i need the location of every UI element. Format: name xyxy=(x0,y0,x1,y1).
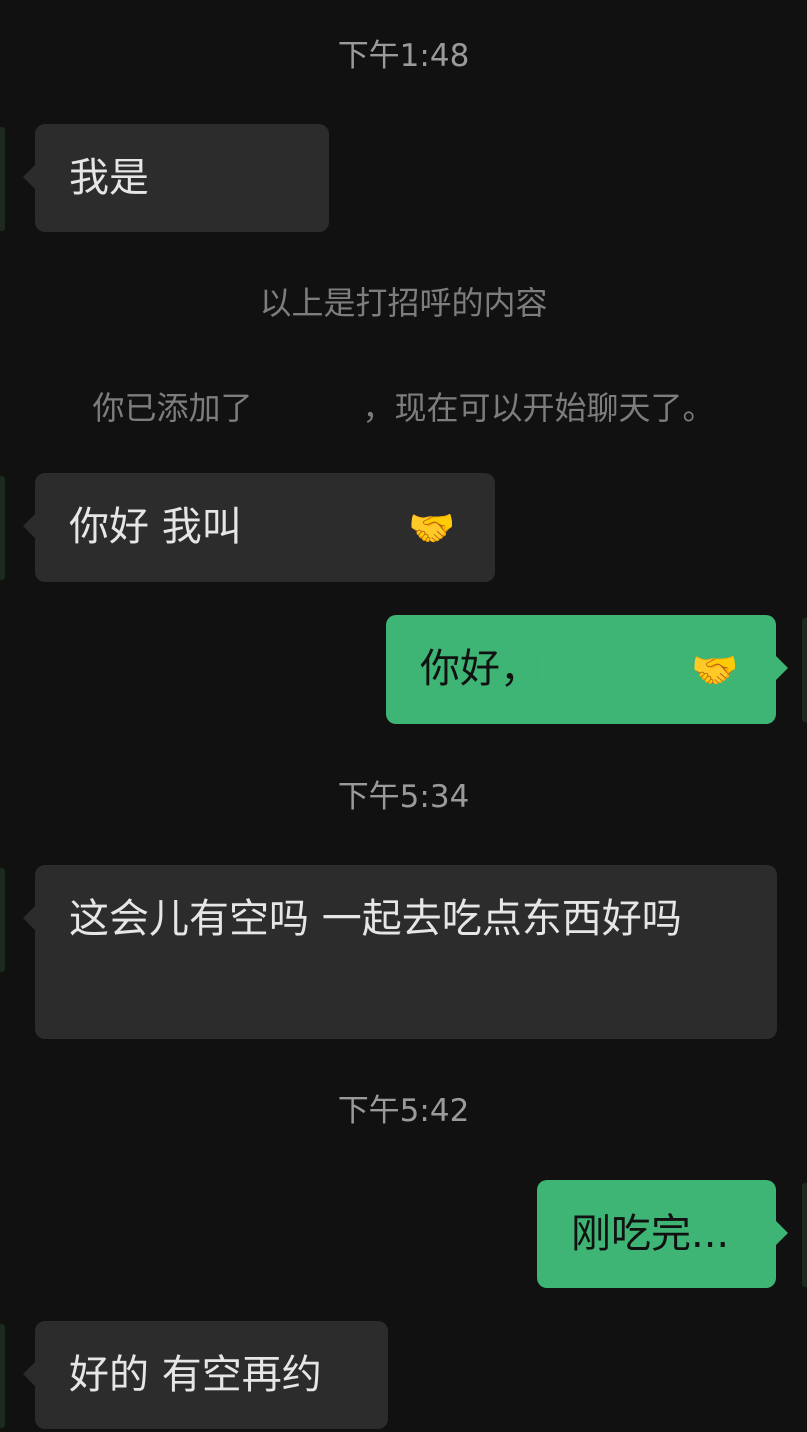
contact-avatar[interactable] xyxy=(0,476,5,580)
message-bubble-incoming[interactable]: 好的 有空再约 xyxy=(23,1321,388,1429)
handshake-emoji: 🤝 xyxy=(408,506,456,550)
contact-avatar[interactable] xyxy=(0,127,5,231)
message-bubble-incoming[interactable]: 我是 xyxy=(23,124,329,232)
system-note-added: 你已添加了 ，现在可以开始聊天了。 xyxy=(0,387,807,429)
message-text: 我是 xyxy=(69,155,149,201)
timestamp: 下午5:42 xyxy=(337,1093,470,1129)
system-added-suffix: ，现在可以开始聊天了。 xyxy=(362,389,715,427)
message-text: 你好， xyxy=(420,646,540,692)
timestamp: 下午5:34 xyxy=(337,779,470,815)
redacted-name xyxy=(540,654,690,688)
message-bubble-outgoing[interactable]: 你好， 🤝 xyxy=(386,615,788,724)
message-bubble-incoming[interactable]: 这会儿有空吗 一起去吃点东西好吗 xyxy=(23,865,777,1039)
message-text: 你好 我叫 xyxy=(69,504,242,550)
system-note-greeting: 以上是打招呼的内容 xyxy=(259,284,548,322)
contact-avatar[interactable] xyxy=(0,1324,5,1428)
timestamp: 下午1:48 xyxy=(337,38,470,74)
own-avatar[interactable] xyxy=(802,1183,807,1287)
message-text: 这会儿有空吗 一起去吃点东西好吗 xyxy=(69,896,682,942)
message-text: 刚吃完... xyxy=(571,1211,730,1257)
handshake-emoji: 🤝 xyxy=(691,648,739,692)
redacted-name xyxy=(252,395,363,425)
system-added-prefix: 你已添加了 xyxy=(92,389,253,427)
message-bubble-incoming[interactable]: 你好 我叫 🤝 xyxy=(23,473,495,582)
message-text: 好的 有空再约 xyxy=(69,1352,322,1398)
contact-avatar[interactable] xyxy=(0,868,5,972)
own-avatar[interactable] xyxy=(802,618,807,722)
message-bubble-outgoing[interactable]: 刚吃完... xyxy=(537,1180,788,1288)
redacted-name xyxy=(149,163,259,197)
